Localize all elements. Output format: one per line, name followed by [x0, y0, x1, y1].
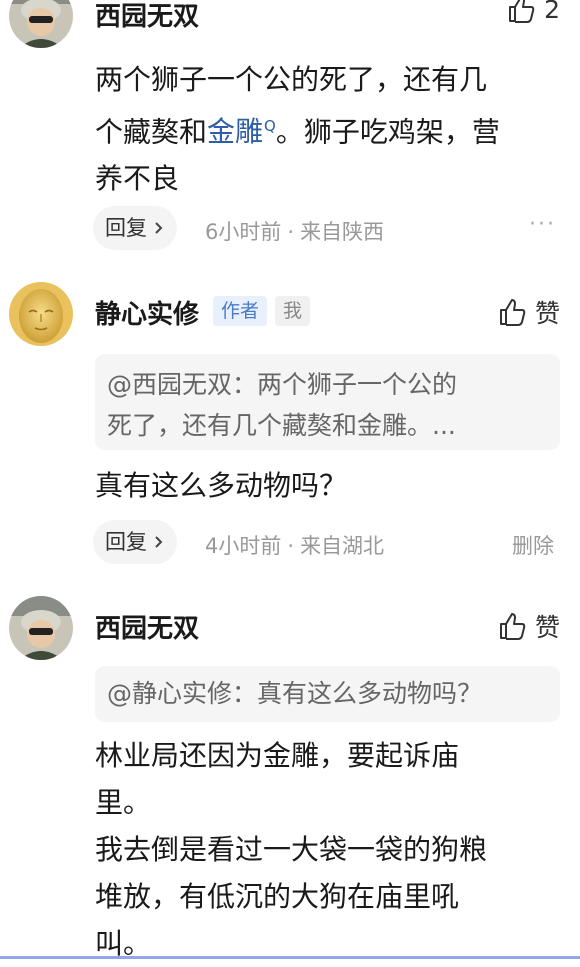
comment-text-line: 。狮子吃鸡架，营 [275, 115, 500, 149]
quoted-comment[interactable]: @西园无双：两个狮子一个公的 死了，还有几个藏獒和金雕。... [95, 354, 560, 450]
quote-line: @西园无双：两个狮子一个公的 [107, 370, 458, 399]
location: 来自陕西 [300, 220, 385, 244]
more-options-button[interactable]: ··· [529, 212, 556, 237]
search-icon: Q [264, 117, 276, 135]
chevron-right-icon [155, 536, 163, 548]
user-avatar-icon [9, 0, 73, 48]
comment-text: 两个狮子一个公的死了，还有几 个藏獒和金雕Q。狮子吃鸡架，营 养不良 [95, 56, 560, 202]
like-button[interactable]: 赞 [497, 608, 560, 644]
quoted-comment[interactable]: @静心实修：真有这么多动物吗？ [95, 666, 560, 722]
meta-separator: · [287, 534, 295, 558]
comment-meta: 4小时前 · 来自湖北 [205, 530, 384, 560]
comment-text-line: 养不良 [95, 162, 180, 196]
thumbs-up-icon [509, 0, 535, 23]
comment-1: 西园无双 2 两个狮子一个公的死了，还有几 个藏獒和金雕Q。狮子吃鸡架，营 养不… [0, 0, 580, 260]
comment-meta: 6小时前 · 来自陕西 [205, 216, 384, 246]
me-badge: 我 [275, 296, 311, 326]
reply-button[interactable]: 回复 [93, 520, 177, 564]
reply-button[interactable]: 回复 [93, 206, 177, 250]
avatar[interactable] [9, 0, 73, 48]
buddha-avatar-icon [9, 282, 73, 346]
user-avatar-icon [9, 596, 73, 660]
thumbs-up-icon [499, 613, 526, 640]
comment-text-line: 个藏獒和 [95, 115, 208, 149]
like-label: 赞 [534, 299, 560, 328]
comment-text-line: 里。 [95, 786, 152, 819]
timestamp: 6小时前 [205, 220, 282, 244]
comment-text-line: 堆放，有低沉的大狗在庙里吼 [95, 880, 460, 913]
like-button[interactable]: 赞 [497, 294, 560, 330]
like-count: 2 [544, 0, 560, 24]
quote-line: 死了，还有几个藏獒和金雕。... [107, 411, 456, 440]
thumbs-up-icon [499, 299, 526, 326]
avatar[interactable] [9, 596, 73, 660]
comment-3: 西园无双 赞 @静心实修：真有这么多动物吗？ 林业局还因为金雕，要起诉庙 里。 … [0, 586, 580, 960]
comment-text-line: 我去倒是看过一大袋一袋的狗粮 [95, 833, 488, 866]
author-badge: 作者 [213, 296, 268, 326]
timestamp: 4小时前 [205, 534, 282, 558]
search-link-text: 金雕 [207, 115, 264, 149]
avatar[interactable] [9, 282, 73, 346]
comment-text-line: 两个狮子一个公的死了，还有几 [95, 63, 488, 96]
like-label: 赞 [534, 613, 560, 642]
username[interactable]: 西园无双 [95, 0, 199, 33]
chevron-right-icon [155, 222, 163, 234]
location: 来自湖北 [300, 534, 385, 558]
meta-separator: · [287, 220, 295, 244]
comment-2: 静心实修 作者 我 赞 @西园无双：两个狮子一个公的 死了，还有几个藏獒和金雕。… [0, 270, 580, 570]
reply-label: 回复 [105, 216, 147, 240]
username[interactable]: 静心实修 [95, 294, 199, 331]
username[interactable]: 西园无双 [95, 608, 199, 645]
search-link[interactable]: 金雕Q [207, 115, 276, 148]
comment-text: 林业局还因为金雕，要起诉庙 里。 我去倒是看过一大袋一袋的狗粮 堆放，有低沉的大… [95, 732, 560, 967]
comment-text: 真有这么多动物吗？ [95, 469, 348, 502]
delete-button[interactable]: 删除 [512, 530, 554, 560]
like-button[interactable]: 2 [506, 0, 560, 24]
comment-text-line: 林业局还因为金雕，要起诉庙 [95, 739, 460, 772]
reply-label: 回复 [105, 530, 147, 554]
quote-line: @静心实修：真有这么多动物吗？ [107, 679, 483, 708]
